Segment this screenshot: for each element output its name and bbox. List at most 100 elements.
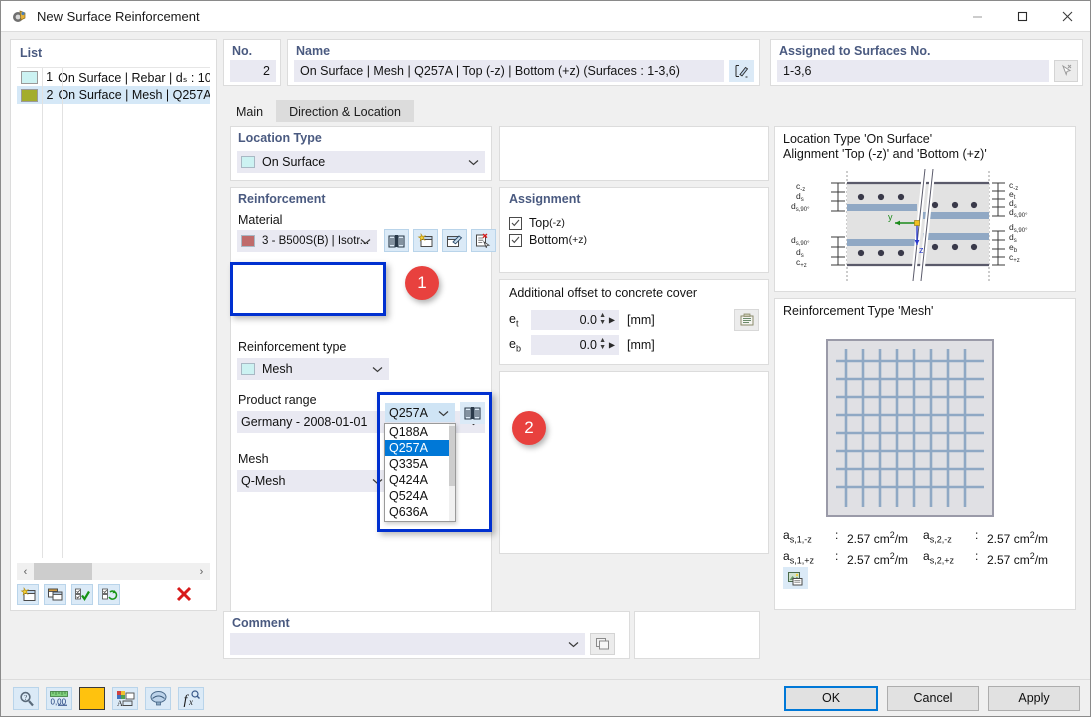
dropdown-option[interactable]: Q257A — [385, 440, 455, 456]
refresh-icon[interactable] — [98, 584, 120, 605]
offset-bottom-value: 0.0 — [580, 338, 597, 352]
spacer-group-top — [499, 126, 769, 181]
as-value-row: as,1,-z : 2.57 cm2/m — [783, 527, 923, 548]
list-item[interactable]: 2 On Surface | Mesh | Q257A | Top — [17, 86, 210, 104]
dropdown-option[interactable]: Q335A — [385, 456, 455, 472]
preview-caption-line2: Alignment 'Top (-z)' and 'Bottom (+z)' — [783, 147, 987, 162]
chevron-down-icon[interactable] — [438, 406, 449, 420]
tab-main[interactable]: Main — [223, 100, 276, 122]
dialog-buttons: OK Cancel Apply — [784, 686, 1080, 711]
chevron-down-icon[interactable] — [568, 637, 579, 651]
number-field[interactable]: 2 — [230, 60, 276, 82]
scroll-thumb[interactable] — [34, 563, 92, 580]
ok-button[interactable]: OK — [784, 686, 878, 711]
maximize-button[interactable] — [1000, 1, 1045, 32]
chevron-down-icon[interactable] — [372, 474, 383, 488]
material-label: Material — [238, 213, 282, 227]
copy-icon[interactable] — [44, 584, 66, 605]
search-icon[interactable]: ? — [13, 687, 39, 710]
app-icon — [10, 7, 28, 25]
minimize-button[interactable] — [955, 1, 1000, 32]
pick-cursor-icon[interactable] — [1054, 60, 1078, 82]
mesh-library-icon[interactable] — [460, 402, 485, 424]
units-icon[interactable]: 0,00 — [46, 687, 72, 710]
color-swatch-icon[interactable] — [79, 687, 105, 710]
preview-location-group: Location Type 'On Surface' Alignment 'To… — [774, 126, 1076, 292]
formula-icon[interactable]: f x — [178, 687, 204, 710]
product-range-label: Product range — [238, 393, 317, 407]
apply-button[interactable]: Apply — [988, 686, 1080, 711]
delete-icon[interactable] — [173, 584, 195, 605]
list-panel: List 1 On Surface | Rebar | dₛ : 10.0 mm… — [10, 39, 217, 611]
scroll-right-icon[interactable]: › — [193, 563, 210, 580]
list-body[interactable]: 1 On Surface | Rebar | dₛ : 10.0 mm 2 On… — [17, 67, 210, 558]
number-panel: No. 2 — [223, 39, 281, 86]
render-icon[interactable] — [145, 687, 171, 710]
copy-comment-icon[interactable] — [590, 633, 615, 655]
as-values-table: as,1,-z : 2.57 cm2/m as,2,-z : 2.57 cm2/… — [783, 527, 1048, 570]
spacer-group-bottom — [499, 371, 769, 554]
offset-bottom-input[interactable]: 0.0 ▲▼ ▶ — [531, 335, 619, 355]
display-icon[interactable]: A — [112, 687, 138, 710]
svg-text:ds,90°: ds,90° — [791, 235, 810, 247]
dropdown-option[interactable]: Q636A — [385, 504, 455, 520]
scroll-track[interactable] — [34, 563, 193, 580]
window-title: New Surface Reinforcement — [37, 9, 200, 24]
as-value-row: as,2,+z : 2.57 cm2/m — [923, 548, 1048, 569]
reinforcement-title: Reinforcement — [238, 192, 326, 206]
scroll-thumb[interactable] — [449, 426, 455, 486]
delete-material-icon[interactable] — [471, 229, 496, 252]
tab-direction-location[interactable]: Direction & Location — [276, 100, 414, 122]
checkbox-bottom-label: Bottom — [529, 233, 569, 247]
new-icon[interactable] — [17, 584, 39, 605]
spin-play-icon[interactable]: ▶ — [609, 316, 615, 325]
assigned-surfaces-panel: Assigned to Surfaces No. 1-3,6 — [770, 39, 1083, 86]
image-icon[interactable] — [783, 567, 808, 589]
middle-column: Assignment Top (-z) Bottom — [499, 126, 769, 554]
stepper-icon[interactable]: ▲▼ — [599, 312, 606, 326]
color-swatch-icon — [241, 363, 255, 375]
dropdown-scrollbar[interactable] — [449, 424, 455, 521]
checkbox-top[interactable]: Top (-z) — [509, 216, 587, 230]
mesh-type-select[interactable]: Q-Mesh — [237, 470, 389, 492]
offset-top-input[interactable]: 0.0 ▲▼ ▶ — [531, 310, 619, 330]
table-icon[interactable] — [734, 309, 759, 331]
color-swatch-icon — [21, 71, 38, 84]
library-icon[interactable] — [384, 229, 409, 252]
new-material-icon[interactable] — [413, 229, 438, 252]
scroll-left-icon[interactable]: ‹ — [17, 563, 34, 580]
extra-panel — [634, 611, 760, 659]
material-select[interactable]: 3 - B500S(B) | Isotr... — [237, 230, 377, 252]
mesh-size-dropdown-list[interactable]: Q188A Q257A Q335A Q424A Q524A Q636A — [384, 423, 456, 522]
list-item[interactable]: 1 On Surface | Rebar | dₛ : 10.0 mm — [17, 68, 210, 86]
checkbox-bottom[interactable]: Bottom (+z) — [509, 233, 587, 247]
check-icon[interactable] — [71, 584, 93, 605]
dropdown-option[interactable]: Q188A — [385, 424, 455, 440]
left-column: Location Type On Surface Reinforcement M… — [230, 126, 492, 612]
location-type-title: Location Type — [238, 131, 322, 145]
chevron-down-icon[interactable] — [468, 155, 479, 169]
check-icon — [509, 234, 522, 247]
spin-play-icon[interactable]: ▶ — [609, 341, 615, 350]
chevron-down-icon[interactable] — [360, 234, 371, 248]
edit-icon[interactable] — [729, 60, 754, 82]
comment-field[interactable] — [230, 633, 585, 655]
edit-material-icon[interactable] — [442, 229, 467, 252]
chevron-down-icon[interactable] — [372, 362, 383, 376]
close-button[interactable] — [1045, 1, 1090, 32]
cancel-button[interactable]: Cancel — [887, 686, 979, 711]
name-field[interactable]: On Surface | Mesh | Q257A | Top (-z) | B… — [294, 60, 724, 82]
title-bar: New Surface Reinforcement — [1, 1, 1090, 32]
reinforcement-type-select[interactable]: Mesh — [237, 358, 389, 380]
mesh-size-select[interactable]: Q257A — [385, 403, 455, 422]
location-type-select[interactable]: On Surface — [237, 151, 485, 173]
stepper-icon[interactable]: ▲▼ — [599, 337, 606, 351]
color-swatch-icon — [241, 156, 255, 168]
footer-toolbar: ? 0,00 A — [13, 687, 204, 710]
list-title: List — [11, 40, 216, 63]
dropdown-option[interactable]: Q424A — [385, 472, 455, 488]
as-value-row: as,2,-z : 2.57 cm2/m — [923, 527, 1048, 548]
list-horizontal-scrollbar[interactable]: ‹ › — [17, 563, 210, 580]
dropdown-option[interactable]: Q524A — [385, 488, 455, 504]
assigned-field[interactable]: 1-3,6 — [777, 60, 1049, 82]
